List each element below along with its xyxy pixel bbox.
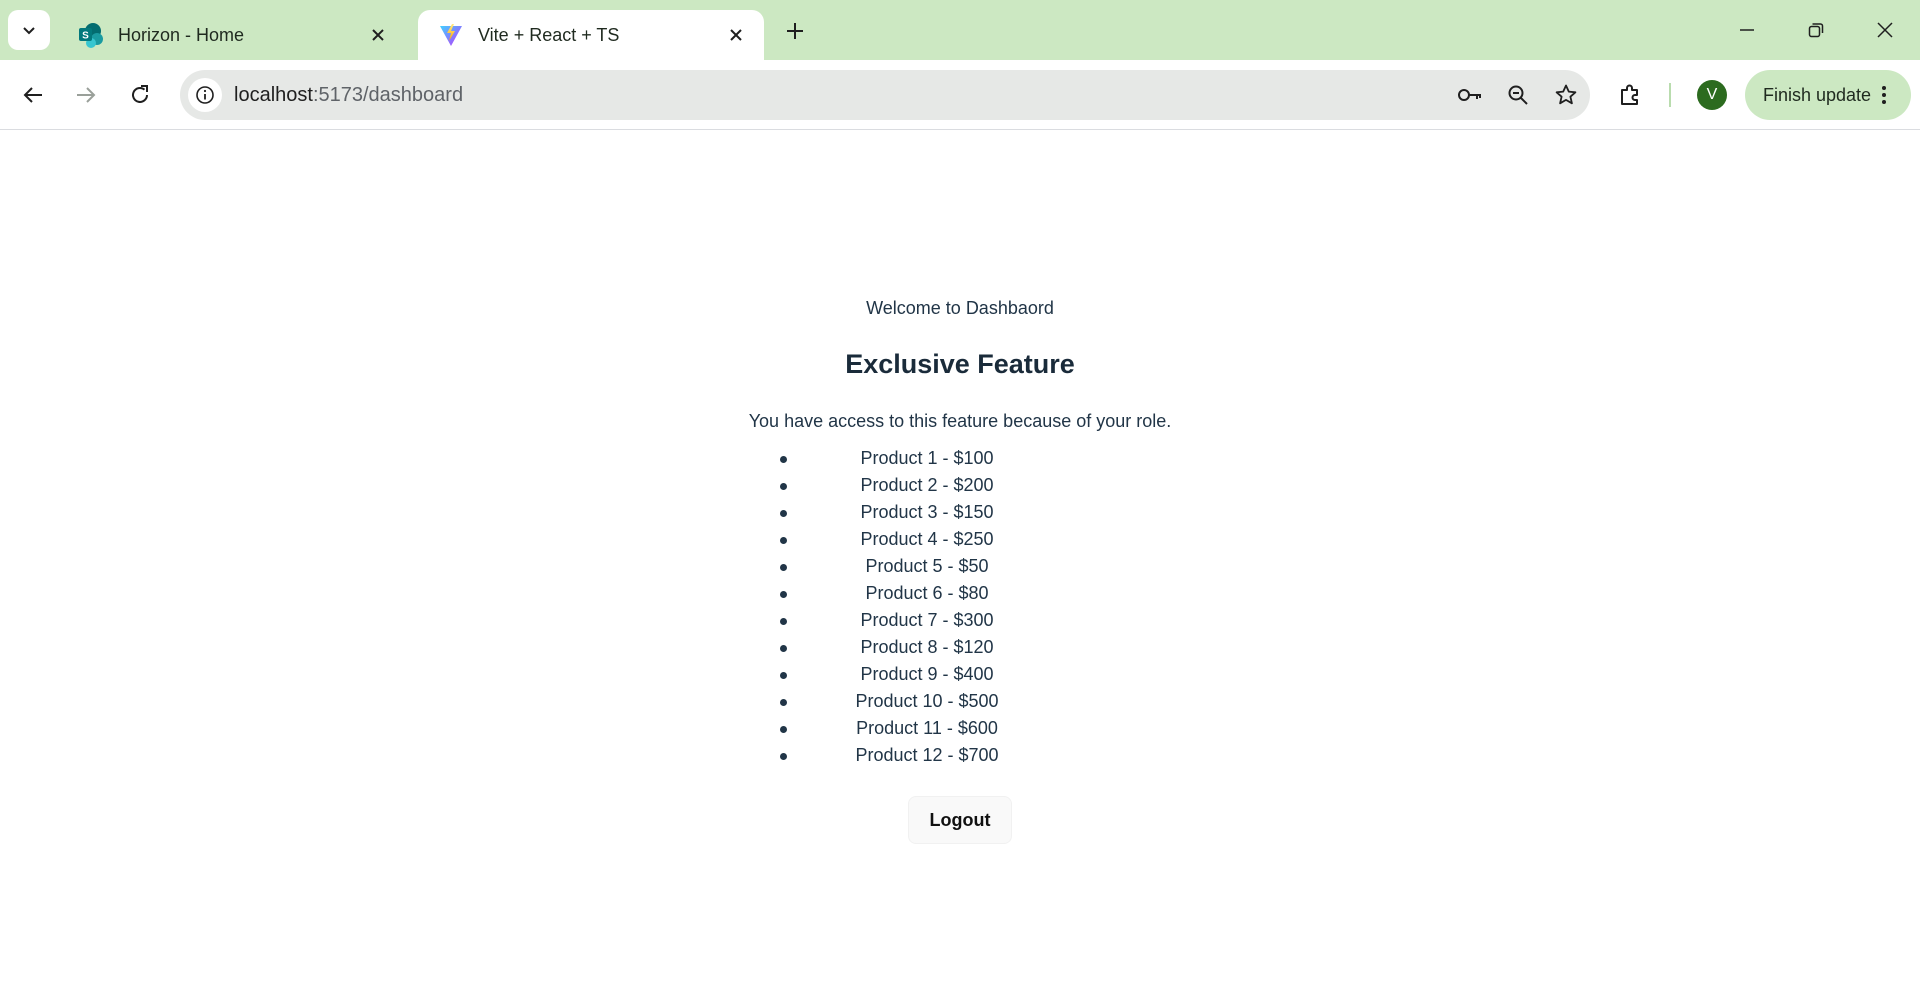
product-list-item: Product 11 - $600 — [780, 715, 1072, 742]
close-icon[interactable] — [724, 23, 748, 47]
url-text[interactable]: localhost:5173/dashboard — [234, 84, 463, 107]
url-host: localhost — [234, 83, 313, 106]
bullet-icon — [780, 456, 787, 463]
tab-search-button[interactable] — [8, 10, 50, 50]
product-list-item: Product 4 - $250 — [780, 526, 1072, 553]
finish-update-label: Finish update — [1763, 84, 1872, 105]
product-label: Product 4 - $250 — [860, 529, 994, 549]
restore-icon — [1808, 23, 1824, 38]
puzzle-icon — [1621, 84, 1638, 105]
product-label: Product 10 - $500 — [855, 691, 999, 711]
bullet-icon — [780, 510, 787, 517]
close-window-button[interactable] — [1862, 8, 1908, 52]
restore-button[interactable] — [1793, 8, 1839, 52]
product-list-item: Product 2 - $200 — [780, 472, 1072, 499]
password-key-icon[interactable] — [1446, 70, 1494, 120]
new-tab-button[interactable] — [779, 15, 811, 47]
bullet-icon — [780, 699, 787, 706]
product-label: Product 3 - $150 — [860, 502, 994, 522]
tab-title: Horizon - Home — [118, 24, 245, 45]
arrow-left-icon — [23, 87, 42, 103]
product-list-item: Product 3 - $150 — [780, 499, 1072, 526]
dashboard-page: Welcome to Dashbaord Exclusive Feature Y… — [0, 131, 1920, 1008]
tab-title: Vite + React + TS — [478, 24, 620, 45]
site-info-icon[interactable] — [188, 78, 222, 112]
product-list-item: Product 10 - $500 — [780, 688, 1072, 715]
chevron-down-icon — [23, 27, 35, 35]
access-description: You have access to this feature because … — [748, 411, 1172, 431]
product-list-item: Product 6 - $80 — [780, 580, 1072, 607]
tab-horizon-home[interactable]: S Horizon - Home — [58, 10, 406, 60]
product-list-item: Product 12 - $700 — [780, 742, 1072, 769]
product-label: Product 12 - $700 — [855, 745, 999, 765]
product-label: Product 9 - $400 — [860, 664, 994, 684]
welcome-text: Welcome to Dashbaord — [866, 298, 1054, 318]
bullet-icon — [780, 483, 787, 490]
reload-icon — [132, 85, 148, 103]
bullet-icon — [780, 591, 787, 598]
product-label: Product 7 - $300 — [860, 610, 994, 630]
bullet-icon — [780, 618, 787, 625]
product-list-item: Product 7 - $300 — [780, 607, 1072, 634]
address-bar[interactable]: localhost:5173/dashboard — [180, 70, 1590, 120]
logout-button[interactable]: Logout — [908, 796, 1012, 844]
browser-toolbar: localhost:5173/dashboard V Finish update — [0, 60, 1920, 130]
bullet-icon — [780, 645, 787, 652]
back-button[interactable] — [13, 75, 53, 115]
reload-button[interactable] — [120, 75, 160, 115]
minimize-icon — [1740, 29, 1754, 31]
tab-strip: S Horizon - Home Vite + React + TS — [0, 0, 1920, 60]
product-list-item: Product 1 - $100 — [780, 445, 1072, 472]
bullet-icon — [780, 537, 787, 544]
product-list: Product 1 - $100 Product 2 - $200 Product … — [780, 445, 1072, 769]
bookmark-star-icon[interactable] — [1542, 70, 1590, 120]
bullet-icon — [780, 753, 787, 760]
close-icon[interactable] — [366, 23, 390, 47]
product-label: Product 6 - $80 — [865, 583, 989, 603]
product-label: Product 8 - $120 — [860, 637, 994, 657]
zoom-out-icon[interactable] — [1494, 70, 1542, 120]
address-bar-actions — [1446, 70, 1590, 120]
profile-avatar[interactable]: V — [1697, 80, 1727, 110]
product-label: Product 2 - $200 — [860, 475, 994, 495]
bullet-icon — [780, 726, 787, 733]
svg-text:S: S — [82, 31, 89, 42]
product-list-item: Product 8 - $120 — [780, 634, 1072, 661]
product-label: Product 1 - $100 — [860, 448, 994, 468]
vite-icon — [438, 22, 464, 48]
product-label: Product 5 - $50 — [865, 556, 989, 576]
sharepoint-icon: S — [78, 22, 104, 48]
product-label: Product 11 - $600 — [856, 718, 998, 738]
close-icon — [1877, 22, 1893, 38]
extensions-button[interactable] — [1610, 75, 1650, 115]
bullet-icon — [780, 672, 787, 679]
minimize-button[interactable] — [1724, 8, 1770, 52]
plus-icon — [787, 23, 803, 39]
product-list-item: Product 5 - $50 — [780, 553, 1072, 580]
page-title: Exclusive Feature — [845, 349, 1075, 379]
kebab-menu-icon[interactable] — [1881, 84, 1887, 106]
url-path: :5173/dashboard — [312, 83, 464, 106]
arrow-right-icon — [77, 87, 96, 103]
forward-button[interactable] — [66, 75, 106, 115]
tab-vite-react[interactable]: Vite + React + TS — [418, 10, 764, 60]
finish-update-button[interactable]: Finish update — [1745, 70, 1911, 120]
toolbar-divider — [1669, 83, 1671, 107]
bullet-icon — [780, 564, 787, 571]
product-list-item: Product 9 - $400 — [780, 661, 1072, 688]
